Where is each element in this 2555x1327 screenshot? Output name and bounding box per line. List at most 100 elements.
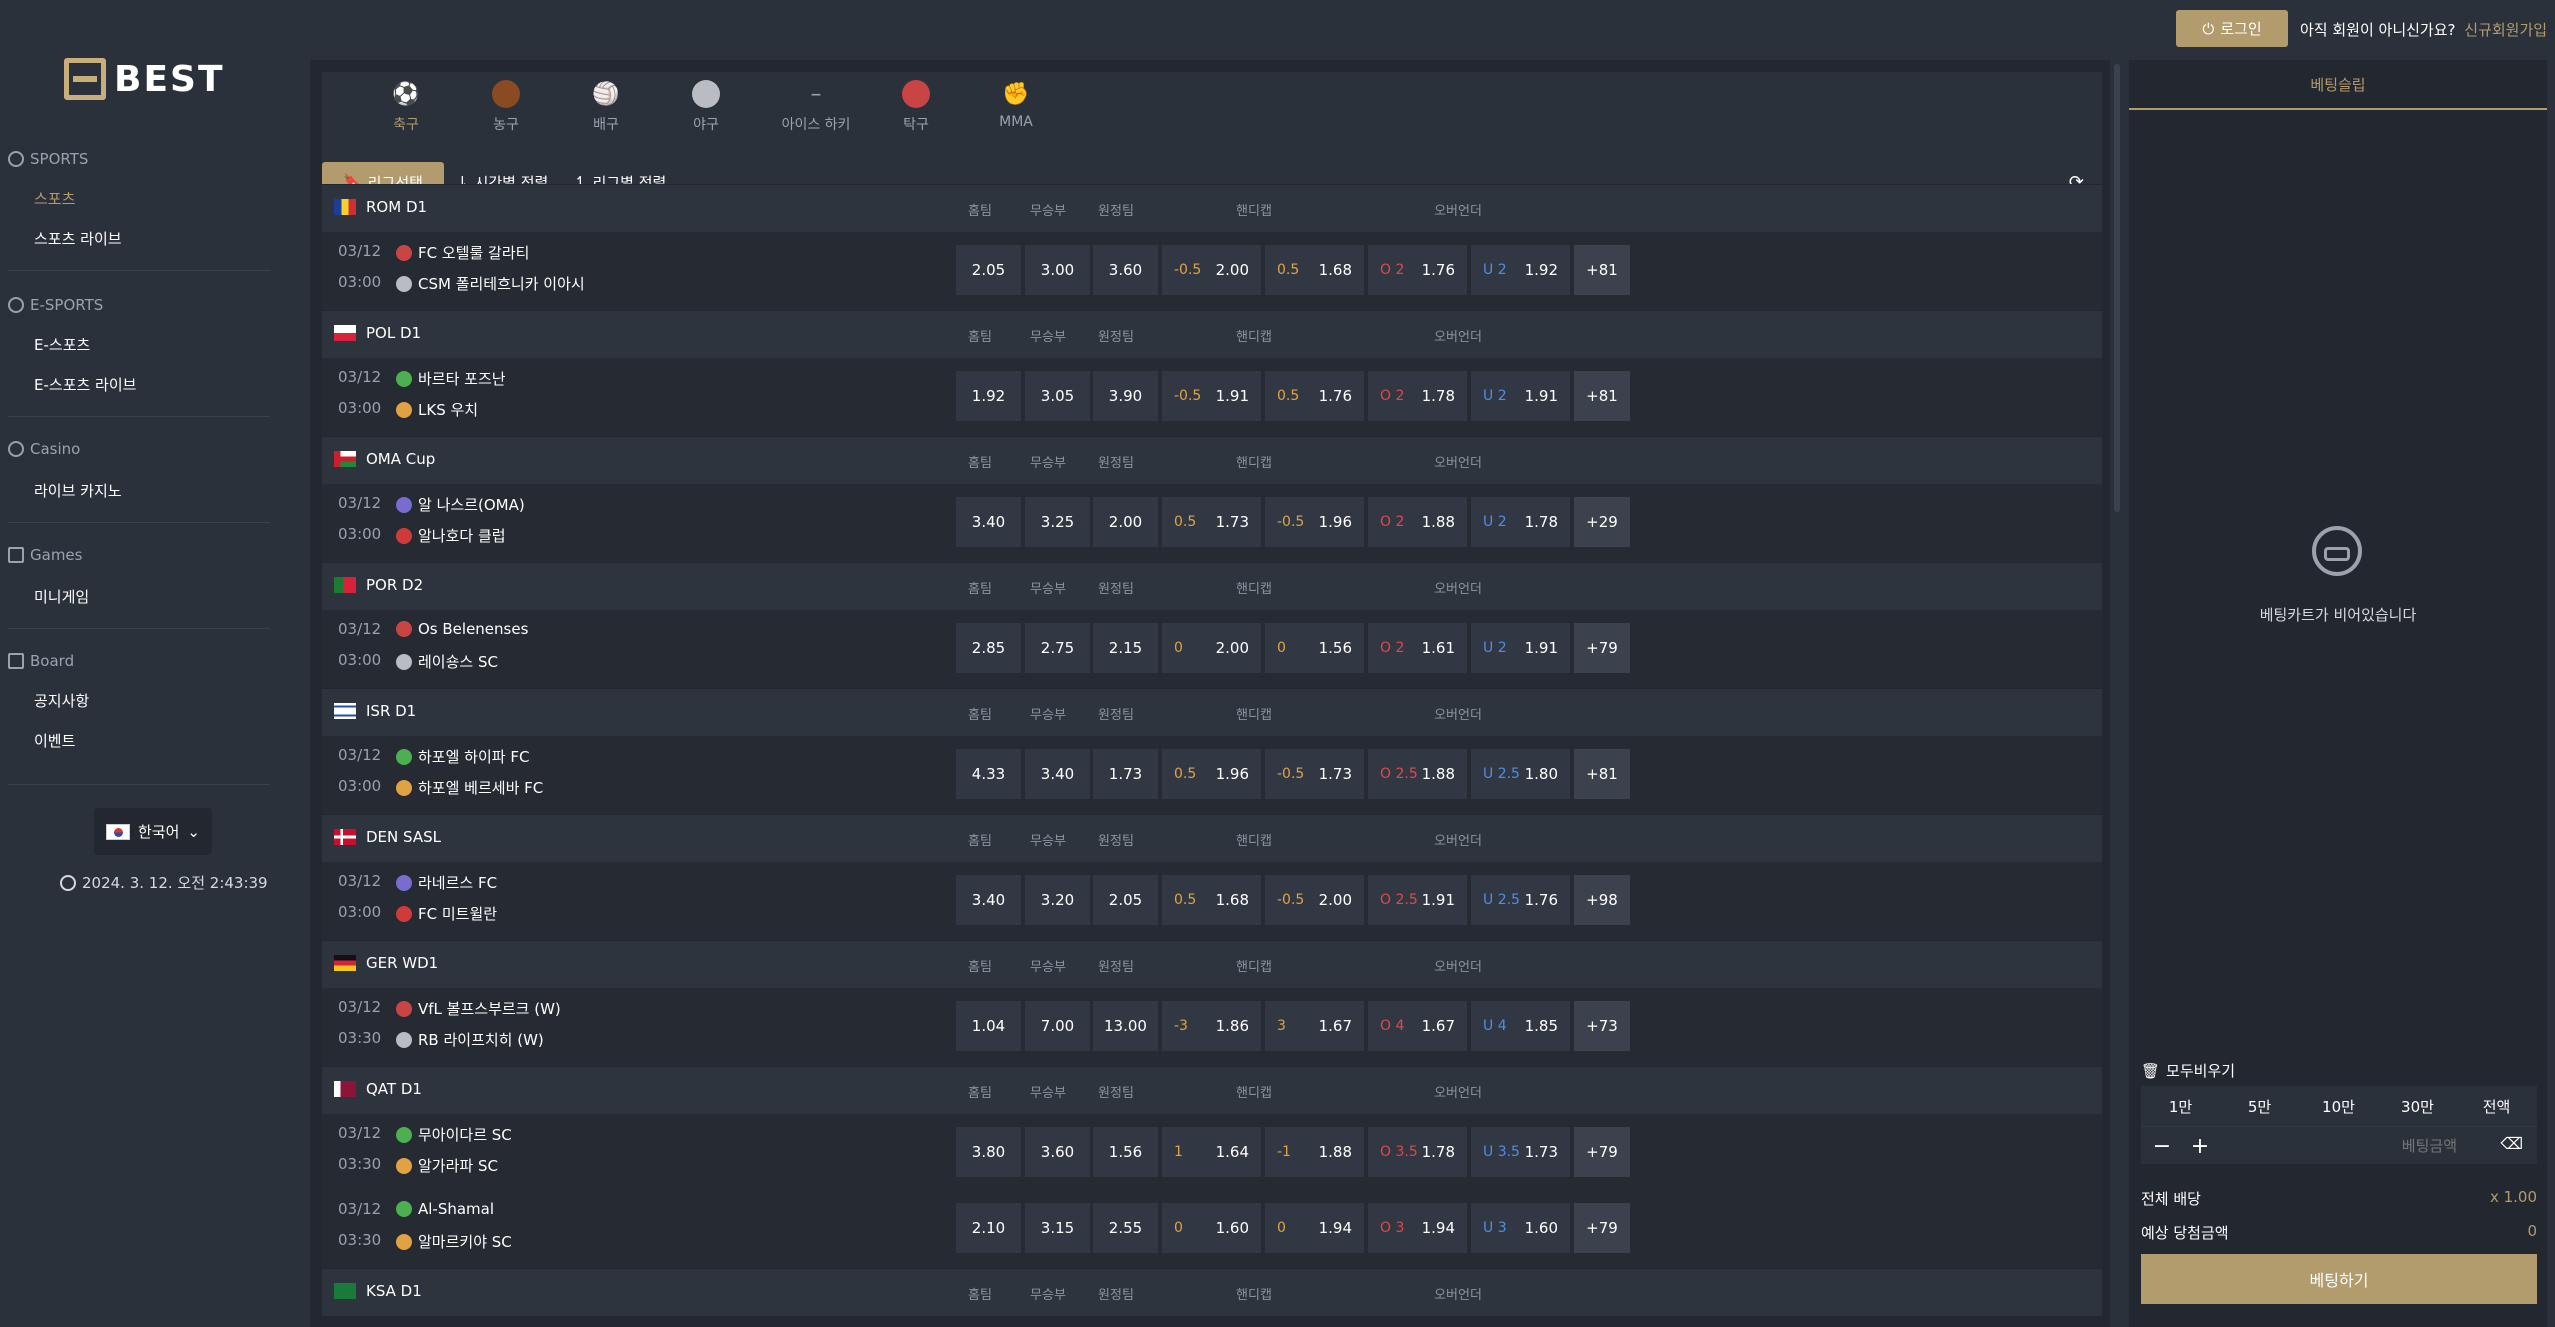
handicap-away-cell[interactable]: 0 1.56 (1265, 623, 1364, 673)
draw-odds-cell[interactable]: 3.25 (1025, 497, 1090, 547)
sidebar-item-event[interactable]: 이벤트 (34, 730, 75, 751)
sidebar-item-live-casino[interactable]: 라이브 카지노 (34, 480, 122, 501)
place-bet-button[interactable]: 베팅하기 (2141, 1254, 2537, 1304)
sidebar-item-notice[interactable]: 공지사항 (34, 690, 89, 711)
logo[interactable]: BEST (64, 58, 225, 100)
over-cell[interactable]: O 3.5 1.78 (1368, 1127, 1467, 1177)
under-cell[interactable]: U 2.5 1.80 (1471, 749, 1570, 799)
language-select[interactable]: 한국어 ⌄ (94, 808, 212, 855)
handicap-away-cell[interactable]: -0.5 1.73 (1265, 749, 1364, 799)
tab-volleyball[interactable]: 🏐 배구 (556, 80, 656, 134)
handicap-away-cell[interactable]: 0 1.94 (1265, 1203, 1364, 1253)
over-cell[interactable]: O 2 1.88 (1368, 497, 1467, 547)
sidebar-item-sports-live[interactable]: 스포츠 라이브 (34, 228, 122, 249)
eraser-icon[interactable]: ⌫ (2500, 1134, 2523, 1153)
more-markets-button[interactable]: +79 (1574, 1203, 1630, 1253)
more-markets-button[interactable]: +81 (1574, 371, 1630, 421)
more-markets-button[interactable]: +79 (1574, 623, 1630, 673)
amount-button-all[interactable]: 전액 (2457, 1086, 2536, 1126)
amount-button[interactable]: 30만 (2378, 1086, 2457, 1126)
amount-button[interactable]: 10만 (2299, 1086, 2378, 1126)
plus-button[interactable]: + (2185, 1131, 2215, 1161)
tab-mma[interactable]: ✊ MMA (966, 80, 1066, 131)
more-markets-button[interactable]: +29 (1574, 497, 1630, 547)
draw-odds-cell[interactable]: 3.05 (1025, 371, 1090, 421)
tab-basketball[interactable]: 농구 (456, 80, 556, 134)
tab-baseball[interactable]: 야구 (656, 80, 756, 134)
sidebar-item-sports[interactable]: 스포츠 (34, 188, 75, 209)
over-cell[interactable]: O 2.5 1.91 (1368, 875, 1467, 925)
handicap-away-cell[interactable]: -0.5 1.96 (1265, 497, 1364, 547)
amount-button[interactable]: 5만 (2220, 1086, 2299, 1126)
away-odds-cell[interactable]: 3.60 (1093, 245, 1158, 295)
more-markets-button[interactable]: +98 (1574, 875, 1630, 925)
under-cell[interactable]: U 3.5 1.73 (1471, 1127, 1570, 1177)
over-cell[interactable]: O 3 1.94 (1368, 1203, 1467, 1253)
handicap-home-cell[interactable]: -0.5 1.91 (1162, 371, 1261, 421)
under-cell[interactable]: U 2.5 1.76 (1471, 875, 1570, 925)
draw-odds-cell[interactable]: 3.20 (1025, 875, 1090, 925)
sidebar-item-esports[interactable]: E-스포츠 (34, 334, 90, 355)
under-cell[interactable]: U 2 1.92 (1471, 245, 1570, 295)
home-odds-cell[interactable]: 4.33 (956, 749, 1021, 799)
draw-odds-cell[interactable]: 2.75 (1025, 623, 1090, 673)
draw-odds-cell[interactable]: 3.15 (1025, 1203, 1090, 1253)
draw-odds-cell[interactable]: 7.00 (1025, 1001, 1090, 1051)
away-odds-cell[interactable]: 3.90 (1093, 371, 1158, 421)
draw-odds-cell[interactable]: 3.00 (1025, 245, 1090, 295)
minus-button[interactable]: − (2147, 1131, 2177, 1161)
draw-odds-cell[interactable]: 3.60 (1025, 1127, 1090, 1177)
handicap-home-cell[interactable]: 1 1.64 (1162, 1127, 1261, 1177)
more-markets-button[interactable]: +73 (1574, 1001, 1630, 1051)
under-cell[interactable]: U 2 1.91 (1471, 371, 1570, 421)
home-odds-cell[interactable]: 1.04 (956, 1001, 1021, 1051)
main-scrollbar[interactable] (2114, 64, 2120, 512)
handicap-home-cell[interactable]: -3 1.86 (1162, 1001, 1261, 1051)
away-odds-cell[interactable]: 2.55 (1093, 1203, 1158, 1253)
home-odds-cell[interactable]: 1.92 (956, 371, 1021, 421)
away-odds-cell[interactable]: 13.00 (1093, 1001, 1158, 1051)
handicap-away-cell[interactable]: 3 1.67 (1265, 1001, 1364, 1051)
tab-table-tennis[interactable]: 탁구 (866, 80, 966, 134)
draw-odds-cell[interactable]: 3.40 (1025, 749, 1090, 799)
tab-soccer[interactable]: ⚽ 축구 (356, 80, 456, 134)
home-odds-cell[interactable]: 2.85 (956, 623, 1021, 673)
more-markets-button[interactable]: +81 (1574, 749, 1630, 799)
handicap-home-cell[interactable]: 0.5 1.96 (1162, 749, 1261, 799)
under-cell[interactable]: U 2 1.91 (1471, 623, 1570, 673)
clear-all-button[interactable]: 🗑 모두비우기 (2141, 1060, 2235, 1081)
handicap-home-cell[interactable]: 0 1.60 (1162, 1203, 1261, 1253)
handicap-away-cell[interactable]: 0.5 1.76 (1265, 371, 1364, 421)
home-odds-cell[interactable]: 3.80 (956, 1127, 1021, 1177)
tab-ice-hockey[interactable]: – 아이스 하키 (756, 80, 876, 134)
bet-slip-tab[interactable]: 베팅슬립 (2129, 60, 2547, 110)
under-cell[interactable]: U 3 1.60 (1471, 1203, 1570, 1253)
handicap-away-cell[interactable]: -1 1.88 (1265, 1127, 1364, 1177)
away-odds-cell[interactable]: 1.73 (1093, 749, 1158, 799)
away-odds-cell[interactable]: 1.56 (1093, 1127, 1158, 1177)
under-cell[interactable]: U 4 1.85 (1471, 1001, 1570, 1051)
home-odds-cell[interactable]: 2.10 (956, 1203, 1021, 1253)
more-markets-button[interactable]: +79 (1574, 1127, 1630, 1177)
handicap-away-cell[interactable]: -0.5 2.00 (1265, 875, 1364, 925)
over-cell[interactable]: O 2.5 1.88 (1368, 749, 1467, 799)
away-odds-cell[interactable]: 2.15 (1093, 623, 1158, 673)
more-markets-button[interactable]: +81 (1574, 245, 1630, 295)
over-cell[interactable]: O 2 1.78 (1368, 371, 1467, 421)
home-odds-cell[interactable]: 2.05 (956, 245, 1021, 295)
amount-button[interactable]: 1만 (2141, 1086, 2220, 1126)
over-cell[interactable]: O 2 1.76 (1368, 245, 1467, 295)
handicap-home-cell[interactable]: 0 2.00 (1162, 623, 1261, 673)
under-cell[interactable]: U 2 1.78 (1471, 497, 1570, 547)
over-cell[interactable]: O 4 1.67 (1368, 1001, 1467, 1051)
login-button[interactable]: ⏻ 로그인 (2176, 10, 2288, 47)
handicap-home-cell[interactable]: 0.5 1.73 (1162, 497, 1261, 547)
away-odds-cell[interactable]: 2.00 (1093, 497, 1158, 547)
sidebar-item-minigame[interactable]: 미니게임 (34, 586, 89, 607)
stake-input[interactable] (2227, 1131, 2457, 1161)
handicap-home-cell[interactable]: -0.5 2.00 (1162, 245, 1261, 295)
home-odds-cell[interactable]: 3.40 (956, 875, 1021, 925)
home-odds-cell[interactable]: 3.40 (956, 497, 1021, 547)
sidebar-item-esports-live[interactable]: E-스포츠 라이브 (34, 374, 136, 395)
over-cell[interactable]: O 2 1.61 (1368, 623, 1467, 673)
